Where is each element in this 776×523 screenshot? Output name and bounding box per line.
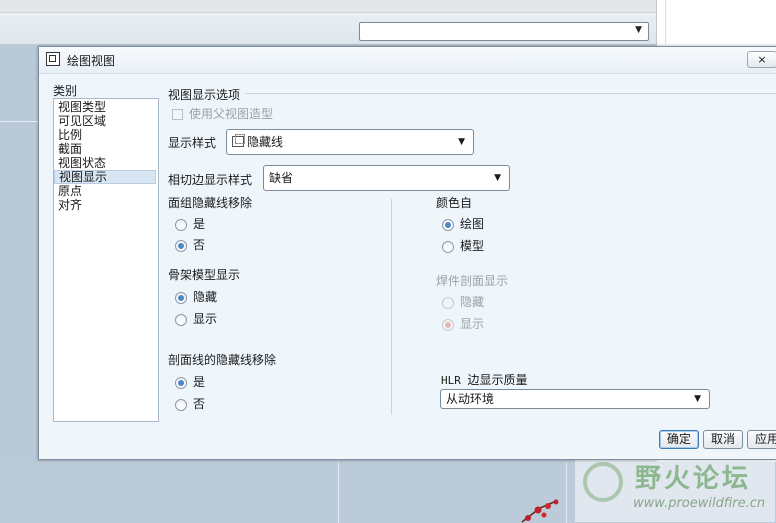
weld-hide-row: 隐藏	[442, 294, 484, 310]
categories-label: 类别	[53, 84, 78, 98]
ok-button[interactable]: 确定	[659, 430, 699, 449]
category-item-view-state[interactable]: 视图状态	[54, 156, 156, 170]
options-group-title: 视图显示选项	[168, 88, 241, 102]
hlr-quality-label: HLR 边显示质量	[441, 372, 528, 388]
plum-blossom-icon	[521, 499, 559, 523]
color-model-radio[interactable]	[442, 240, 454, 253]
drawing-view-dialog: 绘图视图 × 类别 视图类型 可见区域 比例 截面 视图状态 视图显示 原点 对…	[38, 46, 776, 460]
section-yes-row[interactable]: 是	[175, 374, 205, 390]
dialog-body: 类别 视图类型 可见区域 比例 截面 视图状态 视图显示 原点 对齐 视图显示选…	[45, 77, 776, 453]
watermark: 野火论坛 www.proewildfire.cn	[575, 456, 775, 522]
radio-label: 否	[193, 397, 206, 411]
chevron-down-icon: ▼	[494, 173, 501, 183]
radio-label: 绘图	[460, 217, 485, 231]
category-item-view-type[interactable]: 视图类型	[54, 100, 156, 114]
use-parent-label: 使用父视图造型	[189, 107, 274, 121]
watermark-logo-icon	[583, 462, 623, 502]
radio-label: 是	[193, 217, 206, 231]
close-button[interactable]: ×	[747, 51, 776, 68]
tangent-style-dropdown[interactable]: 缺省 ▼	[263, 165, 510, 191]
category-item-scale[interactable]: 比例	[54, 128, 156, 142]
dialog-title: 绘图视图	[67, 54, 116, 68]
background-top-strip	[0, 0, 656, 13]
weld-show-row: 显示	[442, 316, 484, 332]
background-line	[0, 121, 40, 122]
weld-show-radio	[442, 318, 454, 331]
cancel-button[interactable]: 取消	[703, 430, 743, 449]
radio-label: 隐藏	[193, 290, 218, 304]
weld-section-label: 焊件剖面显示	[436, 274, 509, 288]
apply-button[interactable]: 应用	[747, 430, 776, 449]
skeleton-label: 骨架模型显示	[168, 268, 241, 282]
watermark-name: 野火论坛	[635, 464, 752, 494]
hlr-label-text: 边显示质量	[467, 373, 528, 387]
category-item-origin[interactable]: 原点	[54, 184, 156, 198]
section-no-row[interactable]: 否	[175, 396, 205, 412]
color-drawing-radio[interactable]	[442, 218, 454, 231]
background-line	[338, 462, 339, 523]
section-hlr-label: 剖面线的隐藏线移除	[168, 353, 277, 367]
weld-hide-radio	[442, 296, 454, 309]
column-separator	[391, 199, 392, 415]
radio-label: 隐藏	[460, 295, 485, 309]
hlr-quality-value: 从动环境	[446, 392, 495, 406]
display-style-label: 显示样式	[168, 136, 217, 150]
group-line	[245, 93, 776, 94]
tangent-style-value: 缺省	[269, 171, 294, 185]
radio-label: 模型	[460, 239, 485, 253]
category-item-alignment[interactable]: 对齐	[54, 198, 156, 212]
window-icon	[46, 52, 60, 66]
category-item-view-display[interactable]: 视图显示	[54, 170, 156, 184]
radio-label: 显示	[460, 317, 485, 331]
color-from-label: 颜色自	[436, 196, 473, 210]
dialog-titlebar[interactable]: 绘图视图 ×	[39, 47, 776, 74]
skeleton-show-row[interactable]: 显示	[175, 311, 217, 327]
color-model-row[interactable]: 模型	[442, 238, 484, 254]
close-icon: ×	[757, 53, 767, 66]
background-dropdown[interactable]: ▼	[359, 22, 649, 41]
category-item-section[interactable]: 截面	[54, 142, 156, 156]
face-group-yes-radio[interactable]	[175, 218, 187, 231]
use-parent-checkbox-row[interactable]: 使用父视图造型	[172, 106, 273, 122]
hlr-quality-dropdown[interactable]: 从动环境 ▼	[440, 389, 710, 409]
display-style-value: 隐藏线	[247, 135, 284, 149]
face-group-no-radio[interactable]	[175, 239, 187, 252]
skeleton-show-radio[interactable]	[175, 313, 187, 326]
watermark-url: www.proewildfire.cn	[633, 496, 766, 511]
face-group-yes-row[interactable]: 是	[175, 216, 205, 232]
category-item-visible-area[interactable]: 可见区域	[54, 114, 156, 128]
chevron-down-icon: ▼	[635, 25, 642, 35]
radio-label: 显示	[193, 312, 218, 326]
tangent-style-label: 相切边显示样式	[168, 173, 253, 187]
chevron-down-icon: ▼	[458, 137, 465, 147]
categories-list[interactable]: 视图类型 可见区域 比例 截面 视图状态 视图显示 原点 对齐	[53, 98, 159, 422]
radio-label: 是	[193, 375, 206, 389]
use-parent-checkbox[interactable]	[172, 109, 183, 120]
color-drawing-row[interactable]: 绘图	[442, 216, 484, 232]
section-yes-radio[interactable]	[175, 376, 187, 389]
hidden-line-icon	[232, 134, 245, 147]
face-group-label: 面组隐藏线移除	[168, 196, 253, 210]
section-no-radio[interactable]	[175, 398, 187, 411]
radio-label: 否	[193, 238, 206, 252]
face-group-no-row[interactable]: 否	[175, 237, 205, 253]
skeleton-hide-row[interactable]: 隐藏	[175, 289, 217, 305]
hlr-prefix: HLR	[441, 374, 461, 387]
chevron-down-icon: ▼	[694, 394, 701, 404]
skeleton-hide-radio[interactable]	[175, 291, 187, 304]
display-style-dropdown[interactable]: 隐藏线 ▼	[226, 129, 474, 155]
